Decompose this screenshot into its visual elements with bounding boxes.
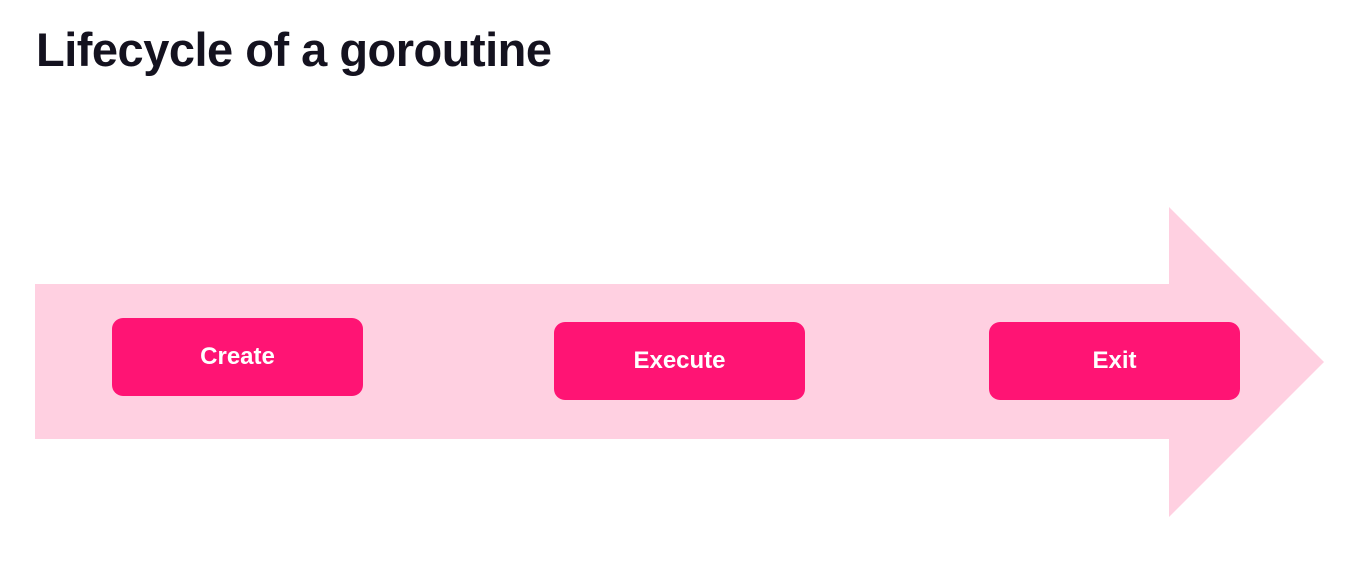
step-label: Execute xyxy=(633,347,726,374)
step-create: Create xyxy=(112,318,363,396)
step-label: Create xyxy=(200,343,275,370)
step-execute: Execute xyxy=(554,322,805,400)
step-label: Exit xyxy=(1092,347,1137,374)
timeline-arrow xyxy=(35,207,1324,517)
step-exit: Exit xyxy=(989,322,1240,400)
